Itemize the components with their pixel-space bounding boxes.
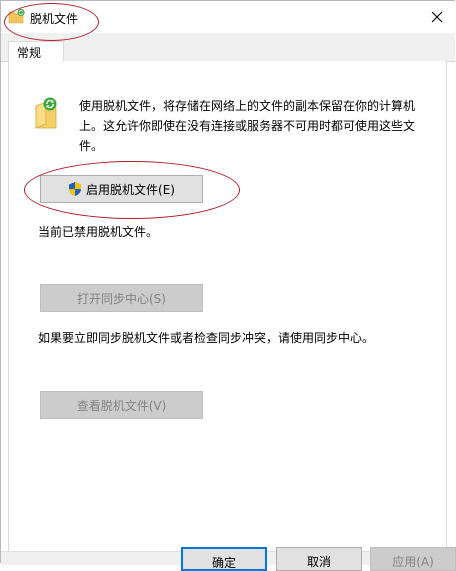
ok-button[interactable]: 确定 bbox=[181, 547, 267, 571]
cancel-button[interactable]: 取消 bbox=[276, 547, 362, 571]
close-icon bbox=[431, 11, 443, 23]
view-offline-files-button[interactable]: 查看脱机文件(V) bbox=[40, 391, 203, 419]
general-tab-panel: 使用脱机文件，将存储在网络上的文件的副本保留在你的计算机上。这允许你即使在没有连… bbox=[8, 61, 447, 551]
offline-files-description: 使用脱机文件，将存储在网络上的文件的副本保留在你的计算机上。这允许你即使在没有连… bbox=[79, 99, 416, 153]
view-offline-files-label: 查看脱机文件(V) bbox=[76, 398, 167, 413]
tab-general[interactable]: 常规 bbox=[8, 41, 64, 62]
window-title: 脱机文件 bbox=[30, 12, 79, 26]
open-sync-center-button[interactable]: 打开同步中心(S) bbox=[40, 284, 203, 312]
apply-button-label: 应用(A) bbox=[392, 555, 434, 569]
apply-button[interactable]: 应用(A) bbox=[370, 547, 456, 571]
close-button[interactable] bbox=[419, 1, 455, 33]
uac-shield-icon bbox=[69, 182, 82, 196]
sync-center-hint: 如果要立即同步脱机文件或者检查同步冲突，请使用同步中心。 bbox=[38, 331, 375, 345]
title-bar[interactable]: 脱机文件 bbox=[1, 1, 455, 33]
offline-files-dialog: 脱机文件 常规 使用脱机文件，将存储在网络上的文件的副本保留在你的计算机上。这允… bbox=[0, 0, 456, 571]
enable-offline-files-button[interactable]: 启用脱机文件(E) bbox=[40, 175, 203, 203]
offline-status-text: 当前已禁用脱机文件。 bbox=[38, 225, 159, 239]
open-sync-center-label: 打开同步中心(S) bbox=[77, 291, 166, 306]
offline-files-sync-icon bbox=[35, 97, 57, 129]
offline-files-folder-icon bbox=[8, 8, 25, 24]
enable-offline-files-label: 启用脱机文件(E) bbox=[86, 182, 175, 197]
cancel-button-label: 取消 bbox=[306, 555, 331, 569]
tab-strip: 常规 bbox=[1, 33, 455, 62]
tab-general-label: 常规 bbox=[17, 45, 42, 60]
